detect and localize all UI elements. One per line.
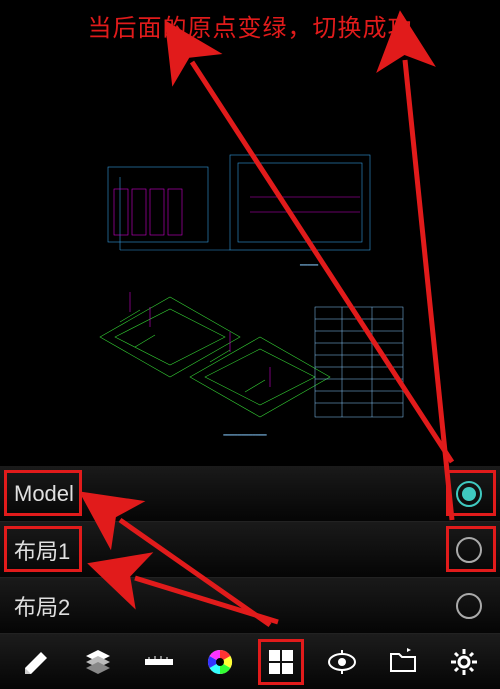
pencil-edit-icon: [21, 646, 53, 678]
cad-viewport[interactable]: ━━━━━━━━━━━━ ━━━━━: [0, 47, 500, 427]
layout-tab-label: 布局2: [14, 590, 70, 622]
radio-unselected-icon[interactable]: [456, 593, 482, 619]
layout-tab-label: 布局1: [14, 534, 70, 566]
measure-icon: [143, 646, 175, 678]
color-wheel-icon: [204, 646, 236, 678]
layout-tabs-button[interactable]: [256, 637, 306, 687]
measure-button[interactable]: [134, 637, 184, 687]
view-button[interactable]: [317, 637, 367, 687]
radio-unselected-icon[interactable]: [456, 537, 482, 563]
folder-icon: [387, 646, 419, 678]
cad-drawing: ━━━━━━━━━━━━ ━━━━━: [80, 137, 410, 447]
layers-icon: [82, 646, 114, 678]
gear-icon: [448, 646, 480, 678]
layout-tab-row[interactable]: 布局1: [0, 522, 500, 578]
layout-tabs-icon: [265, 646, 297, 678]
gear-button[interactable]: [439, 637, 489, 687]
svg-text:━━━━━: ━━━━━: [299, 263, 318, 269]
layout-tabs-panel: Model 布局1 布局2: [0, 466, 500, 634]
pencil-edit-button[interactable]: [12, 637, 62, 687]
layers-button[interactable]: [73, 637, 123, 687]
bottom-toolbar: [0, 634, 500, 689]
layout-tab-label: Model: [14, 481, 74, 507]
svg-text:━━━━━━━━━━━━: ━━━━━━━━━━━━: [222, 433, 267, 439]
view-icon: [326, 646, 358, 678]
folder-button[interactable]: [378, 637, 428, 687]
color-wheel-button[interactable]: [195, 637, 245, 687]
layout-tab-row[interactable]: 布局2: [0, 578, 500, 634]
instruction-caption: 当后面的原点变绿，切换成功: [0, 0, 500, 47]
radio-selected-icon[interactable]: [456, 481, 482, 507]
layout-tab-row[interactable]: Model: [0, 466, 500, 522]
